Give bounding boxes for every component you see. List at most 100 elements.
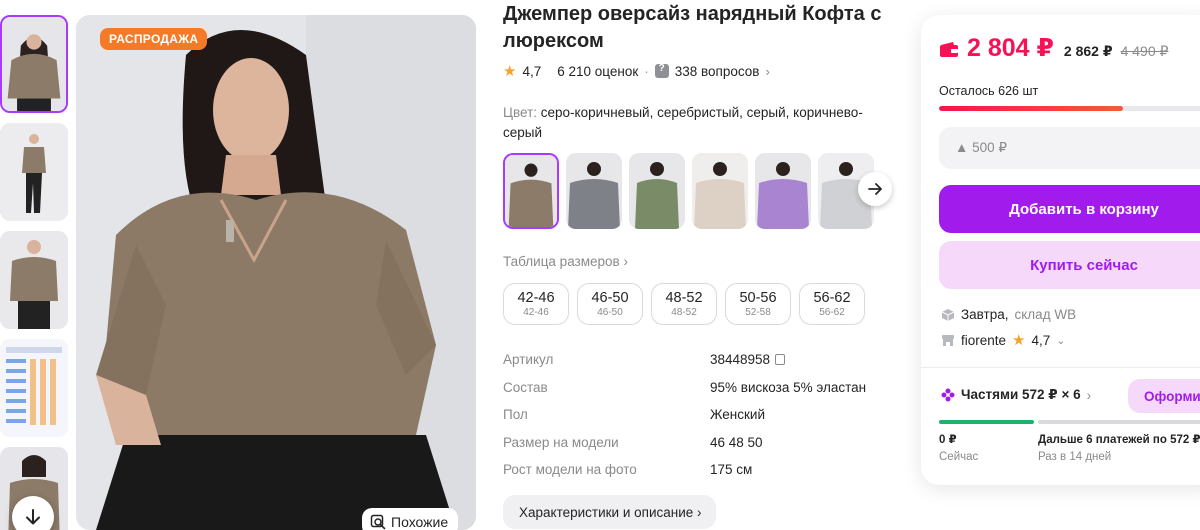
size-ru-value: 48-52 xyxy=(671,306,697,318)
installment-icon xyxy=(941,388,955,402)
color-label: Цвет: xyxy=(503,105,538,120)
search-similar-icon xyxy=(370,514,386,530)
spec-value: 175 см xyxy=(710,462,753,477)
spec-key: Артикул xyxy=(503,352,554,367)
price-row: 2 804 ₽ 2 862 ₽ 4 490 ₽ xyxy=(939,33,1168,63)
main-product-photo[interactable] xyxy=(76,15,476,530)
spec-key: Размер на модели xyxy=(503,434,619,450)
arrow-down-icon xyxy=(26,509,40,525)
segment-now xyxy=(939,420,1034,424)
size-value: 42-46 xyxy=(517,289,555,306)
size-value: 46-50 xyxy=(591,289,629,306)
buy-now-button[interactable]: Купить сейчас xyxy=(939,241,1200,289)
similar-label: Похожие xyxy=(391,514,449,530)
spec-row: Размер на модели 46 48 50 xyxy=(503,433,893,461)
price-main: 2 804 ₽ xyxy=(967,34,1054,62)
pay-now: 0 ₽ Сейчас xyxy=(939,432,978,466)
size-option[interactable]: 50-56 52-58 xyxy=(725,283,791,325)
installment-apply-button[interactable]: Оформи xyxy=(1128,379,1200,413)
swatch-olive[interactable] xyxy=(629,153,685,229)
article-number: 38448958 xyxy=(710,352,771,367)
seller-rating: 4,7 xyxy=(1031,332,1051,348)
delivery-date: Завтра, xyxy=(961,307,1009,322)
pay-now-label: Сейчас xyxy=(939,451,979,463)
thumbnails-scroll-down-button[interactable] xyxy=(12,496,54,530)
segment-rest xyxy=(1038,420,1200,424)
thumbnail-1[interactable] xyxy=(0,15,68,113)
spec-row: Состав 95% вискоза 5% эластан xyxy=(503,378,893,406)
rating-row: ★ 4,7 6 210 оценок · 338 вопросов › xyxy=(503,62,770,80)
add-to-cart-button[interactable]: Добавить в корзину xyxy=(939,185,1200,233)
chevron-right-icon: › xyxy=(765,63,770,79)
spec-row: Рост модели на фото 175 см xyxy=(503,460,893,488)
box-icon xyxy=(941,308,955,321)
thumbnail-3[interactable] xyxy=(0,231,68,329)
size-ru-value: 42-46 xyxy=(523,306,549,318)
spec-value: Женский xyxy=(710,407,766,422)
price-old: 4 490 ₽ xyxy=(1120,43,1169,59)
star-icon: ★ xyxy=(1012,332,1026,349)
bonus-box[interactable]: ▲ 500 ₽ xyxy=(939,127,1200,169)
shop-icon xyxy=(942,334,954,346)
chevron-right-icon: › xyxy=(1086,387,1092,403)
size-selector: 42-46 42-46 46-50 46-50 48-52 48-52 50-5… xyxy=(503,283,865,325)
thumbnail-size-chart[interactable] xyxy=(0,339,68,437)
size-ru-value: 52-58 xyxy=(745,306,771,318)
spec-value: 46 48 50 xyxy=(710,434,763,450)
size-ru-value: 56-62 xyxy=(819,306,845,318)
characteristics-button[interactable]: Характеристики и описание › xyxy=(503,495,716,529)
delivery-info: Завтра, склад WB xyxy=(941,307,1076,322)
chevron-down-icon: ⌄ xyxy=(1056,334,1066,347)
rating-value: 4,7 xyxy=(522,63,542,79)
size-option[interactable]: 42-46 42-46 xyxy=(503,283,569,325)
color-info: Цвет: серо-коричневый, серебристый, серы… xyxy=(503,103,883,143)
buy-card: 2 804 ₽ 2 862 ₽ 4 490 ₽ Осталось 626 шт … xyxy=(921,15,1200,485)
size-table-link[interactable]: Таблица размеров › xyxy=(503,254,628,269)
size-ru-value: 46-50 xyxy=(597,306,623,318)
price-alt: 2 862 ₽ xyxy=(1063,43,1113,59)
size-value: 50-56 xyxy=(739,289,777,306)
questions-link[interactable]: 338 вопросов xyxy=(675,64,760,79)
arrow-right-icon xyxy=(868,183,882,195)
swatch-lilac[interactable] xyxy=(755,153,811,229)
swatch-grey-brown[interactable] xyxy=(503,153,559,229)
thumbnail-2[interactable] xyxy=(0,123,68,221)
installment-info[interactable]: Частями 572 ₽ × 6 › xyxy=(941,387,1091,403)
spec-key: Состав xyxy=(503,379,548,395)
swatch-beige[interactable] xyxy=(692,153,748,229)
spec-key: Пол xyxy=(503,407,528,422)
installment-label: Частями 572 ₽ × 6 xyxy=(961,387,1081,402)
size-value: 48-52 xyxy=(665,289,703,306)
stock-bar-fill xyxy=(939,106,1123,111)
product-title: Джемпер оверсайз нарядный Кофта с люрекс… xyxy=(503,3,882,52)
wallet-icon xyxy=(940,42,958,57)
copy-icon[interactable] xyxy=(775,354,786,365)
stock-bar xyxy=(939,106,1200,111)
spec-row: Артикул 38448958 xyxy=(503,350,893,378)
seller-info[interactable]: fiorente ★ 4,7 ⌄ xyxy=(941,331,1065,349)
delivery-warehouse: склад WB xyxy=(1014,307,1077,322)
pay-rest-label: Раз в 14 дней xyxy=(1038,451,1112,463)
star-icon: ★ xyxy=(503,63,517,80)
pay-now-amount: 0 ₽ xyxy=(939,434,957,446)
size-option[interactable]: 56-62 56-62 xyxy=(799,283,865,325)
reviews-link[interactable]: 6 210 оценок xyxy=(557,64,638,79)
size-option[interactable]: 46-50 46-50 xyxy=(577,283,643,325)
color-value: серо-коричневый, серебристый, серый, кор… xyxy=(503,105,863,140)
installment-progress xyxy=(939,420,1200,424)
thumbnail-strip xyxy=(0,15,70,530)
swatch-grey[interactable] xyxy=(566,153,622,229)
size-value: 56-62 xyxy=(813,289,851,306)
size-option[interactable]: 48-52 48-52 xyxy=(651,283,717,325)
separator-dot: · xyxy=(644,63,649,79)
similar-button[interactable]: Похожие xyxy=(362,508,459,530)
spec-value: 38448958 xyxy=(710,350,786,370)
pay-rest-amount: Дальше 6 платежей по 572 ₽ xyxy=(1038,434,1200,446)
spec-value: 95% вискоза 5% эластан xyxy=(710,379,867,395)
swatches-next-button[interactable] xyxy=(858,172,892,206)
question-icon xyxy=(654,63,669,78)
seller-name: fiorente xyxy=(961,332,1007,348)
spec-key: Рост модели на фото xyxy=(503,462,637,477)
sale-badge: РАСПРОДАЖА xyxy=(100,28,208,50)
spec-row: Пол Женский xyxy=(503,405,893,433)
